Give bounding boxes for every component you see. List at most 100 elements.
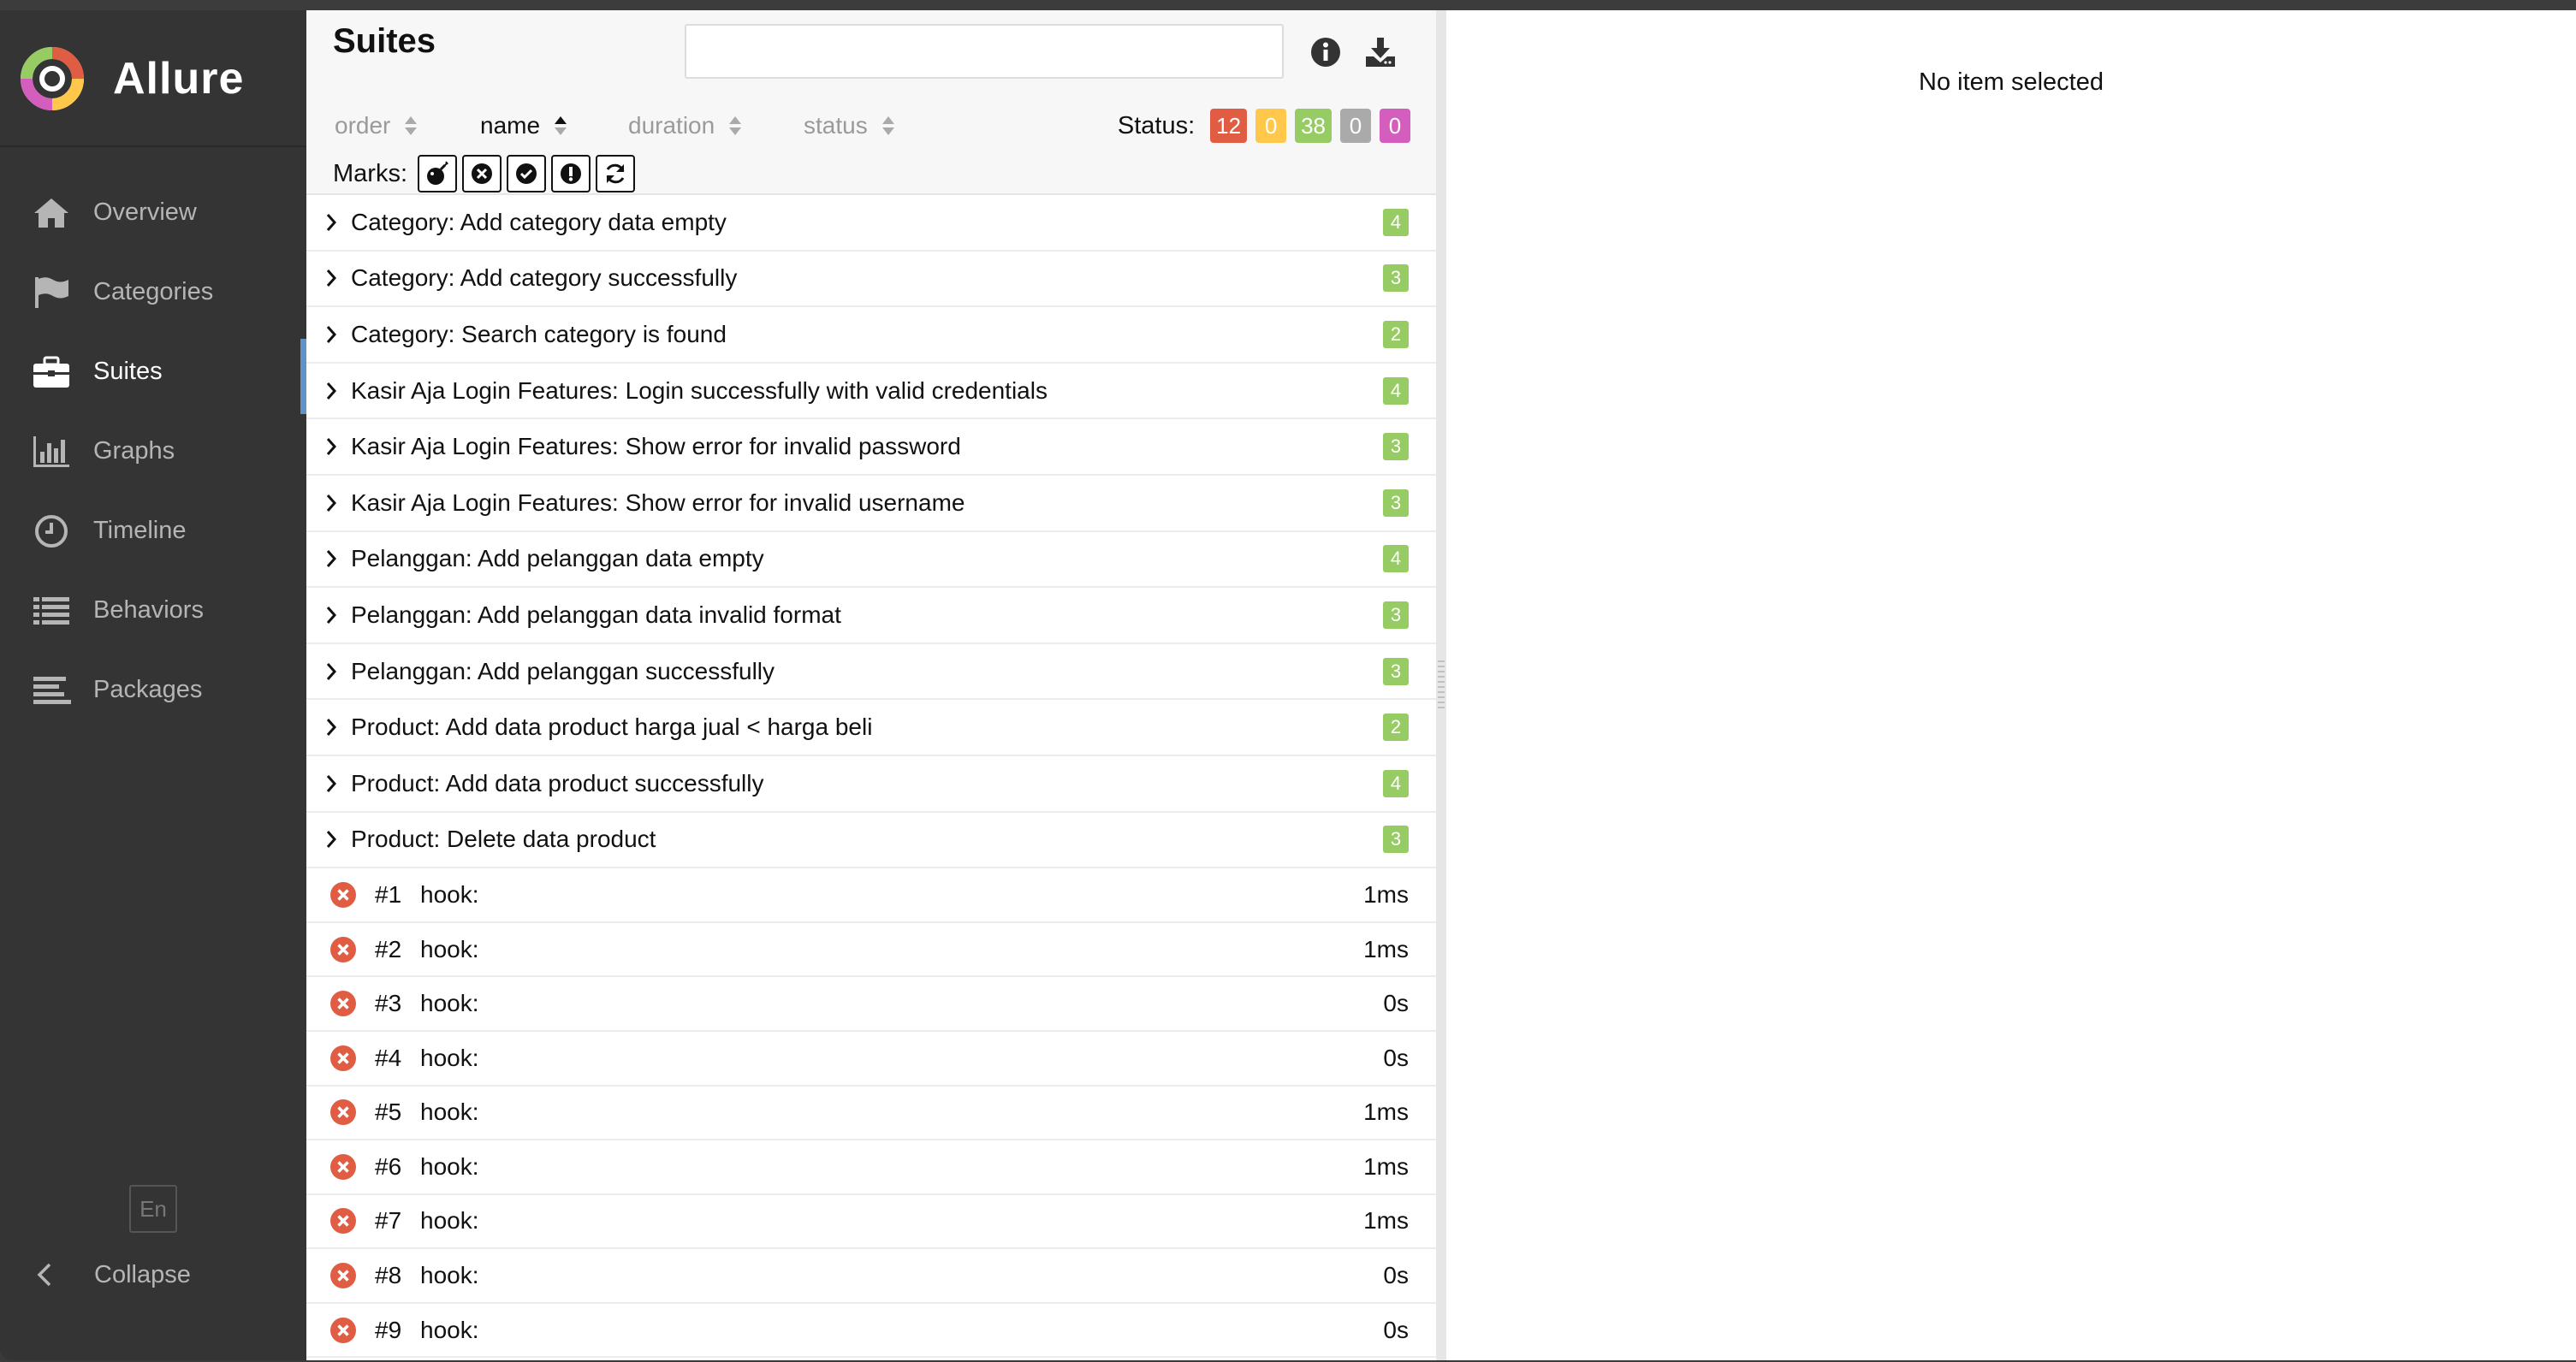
test-name: hook: — [420, 1098, 479, 1126]
flaky-mark-button[interactable] — [418, 155, 457, 192]
sidebar-item-overview[interactable]: Overview — [0, 173, 306, 252]
brand[interactable]: Allure — [15, 36, 244, 121]
test-name: hook: — [420, 880, 479, 908]
empty-state-message: No item selected — [1919, 68, 2104, 96]
sidebar-item-label: Timeline — [93, 517, 187, 544]
window-top-strip — [0, 0, 2576, 10]
sort-by-status[interactable]: status — [804, 104, 895, 147]
test-row[interactable]: #5 hook: 1ms — [306, 1086, 1436, 1141]
clock-icon — [31, 511, 72, 552]
group-name: Pelanggan: Add pelanggan data empty — [351, 545, 764, 572]
sort-asc-icon — [554, 115, 567, 137]
download-icon[interactable] — [1362, 34, 1398, 70]
test-row[interactable]: #9 hook: 0s — [306, 1303, 1436, 1359]
group-name: Kasir Aja Login Features: Login successf… — [351, 376, 1048, 404]
sort-label: name — [480, 112, 541, 139]
group-name: Kasir Aja Login Features: Show error for… — [351, 489, 965, 516]
test-row[interactable]: #3 hook: 0s — [306, 977, 1436, 1032]
tree-group-row[interactable]: Pelanggan: Add pelanggan data empty 4 — [306, 531, 1436, 589]
chevron-right-icon — [325, 490, 342, 516]
home-icon — [31, 192, 72, 234]
sort-by-name[interactable]: name — [480, 104, 567, 147]
info-icon[interactable] — [1308, 34, 1344, 70]
status-passed-badge[interactable]: 38 — [1295, 109, 1332, 143]
group-name: Pelanggan: Add pelanggan data invalid fo… — [351, 601, 841, 628]
test-duration: 1ms — [1363, 880, 1409, 908]
marks-filter: Marks: — [333, 154, 635, 193]
failed-status-icon — [330, 1317, 356, 1343]
chevron-right-icon — [325, 322, 342, 347]
test-number: #3 — [375, 990, 402, 1017]
tree-group-row[interactable]: Pelanggan: Add pelanggan data invalid fo… — [306, 588, 1436, 644]
status-failed-badge[interactable]: 12 — [1210, 109, 1248, 143]
tree-group-row[interactable]: Category: Add category successfully 3 — [306, 251, 1436, 308]
collapse-button[interactable]: Collapse — [0, 1249, 306, 1300]
search-input[interactable] — [685, 24, 1284, 79]
sidebar-item-graphs[interactable]: Graphs — [0, 412, 306, 491]
collapse-label: Collapse — [94, 1260, 191, 1288]
tree-group-row[interactable]: Kasir Aja Login Features: Show error for… — [306, 475, 1436, 532]
tree-group-row[interactable]: Kasir Aja Login Features: Login successf… — [306, 363, 1436, 420]
sort-by-duration[interactable]: duration — [628, 104, 742, 147]
sort-arrows-icon — [404, 115, 418, 137]
chevron-right-icon — [325, 659, 342, 684]
new-broken-mark-button[interactable] — [551, 155, 591, 192]
test-row[interactable]: #7 hook: 1ms — [306, 1194, 1436, 1250]
tree-group-row[interactable]: Kasir Aja Login Features: Show error for… — [306, 419, 1436, 476]
failed-status-icon — [330, 1099, 356, 1126]
tree-group-row[interactable]: Product: Delete data product 3 — [306, 812, 1436, 869]
test-row[interactable]: #2 hook: 1ms — [306, 922, 1436, 978]
tree-group-row[interactable]: Pelanggan: Add pelanggan successfully 3 — [306, 643, 1436, 701]
sidebar: Allure Overview Categories Suites Graphs… — [0, 10, 306, 1360]
test-number: #8 — [375, 1262, 402, 1289]
group-count-badge: 3 — [1383, 601, 1409, 629]
sidebar-item-suites[interactable]: Suites — [0, 332, 306, 414]
tree-group-row[interactable]: Product: Add data product successfully 4 — [306, 755, 1436, 813]
status-broken-badge[interactable]: 0 — [1255, 109, 1287, 143]
test-row[interactable]: #1 hook: 1ms — [306, 868, 1436, 923]
tree-group-row[interactable]: Product: Add data product harga jual < h… — [306, 700, 1436, 756]
list-icon — [31, 590, 72, 631]
tree-group-row[interactable]: Category: Search category is found 2 — [306, 307, 1436, 364]
status-skipped-badge[interactable]: 0 — [1340, 109, 1371, 143]
group-name: Product: Add data product successfully — [351, 769, 764, 796]
sidebar-item-timeline[interactable]: Timeline — [0, 491, 306, 571]
sort-arrows-icon — [881, 115, 895, 137]
sort-arrows-icon — [728, 115, 742, 137]
chevron-right-icon — [325, 265, 342, 291]
new-failed-mark-button[interactable] — [462, 155, 502, 192]
status-unknown-badge[interactable]: 0 — [1380, 109, 1410, 143]
group-name: Category: Search category is found — [351, 320, 727, 347]
test-row[interactable]: #8 hook: 0s — [306, 1249, 1436, 1304]
sidebar-item-label: Categories — [93, 278, 214, 305]
failed-status-icon — [330, 1263, 356, 1289]
group-count-badge: 4 — [1383, 376, 1409, 405]
sidebar-item-categories[interactable]: Categories — [0, 252, 306, 332]
group-count-badge: 3 — [1383, 826, 1409, 854]
group-name: Product: Delete data product — [351, 826, 656, 853]
test-name: hook: — [420, 1152, 479, 1180]
test-name: hook: — [420, 1207, 479, 1235]
language-selector[interactable]: En — [129, 1185, 177, 1233]
test-number: #9 — [375, 1316, 402, 1343]
sidebar-item-label: Overview — [93, 198, 197, 226]
tree-group-row[interactable]: Category: Add category data empty 4 — [306, 195, 1436, 252]
test-duration: 1ms — [1363, 1207, 1409, 1235]
sort-label: status — [804, 112, 868, 139]
chevron-right-icon — [325, 602, 342, 628]
splitter-grip-icon[interactable] — [1438, 657, 1445, 708]
sort-by-order[interactable]: order — [335, 104, 418, 147]
new-passed-mark-button[interactable] — [507, 155, 546, 192]
sidebar-item-packages[interactable]: Packages — [0, 650, 306, 730]
test-duration: 0s — [1383, 990, 1409, 1017]
test-row[interactable]: #6 hook: 1ms — [306, 1140, 1436, 1195]
exclamation-circle-icon — [561, 163, 581, 184]
sort-label: duration — [628, 112, 715, 139]
test-row[interactable]: #4 hook: 0s — [306, 1031, 1436, 1087]
group-count-badge: 2 — [1383, 320, 1409, 348]
detail-pane: No item selected — [1446, 10, 2576, 1360]
suites-pane: Suites order name duration status Status… — [306, 10, 1436, 1360]
test-number: #2 — [375, 935, 402, 962]
sidebar-item-behaviors[interactable]: Behaviors — [0, 571, 306, 650]
retries-mark-button[interactable] — [596, 155, 635, 192]
